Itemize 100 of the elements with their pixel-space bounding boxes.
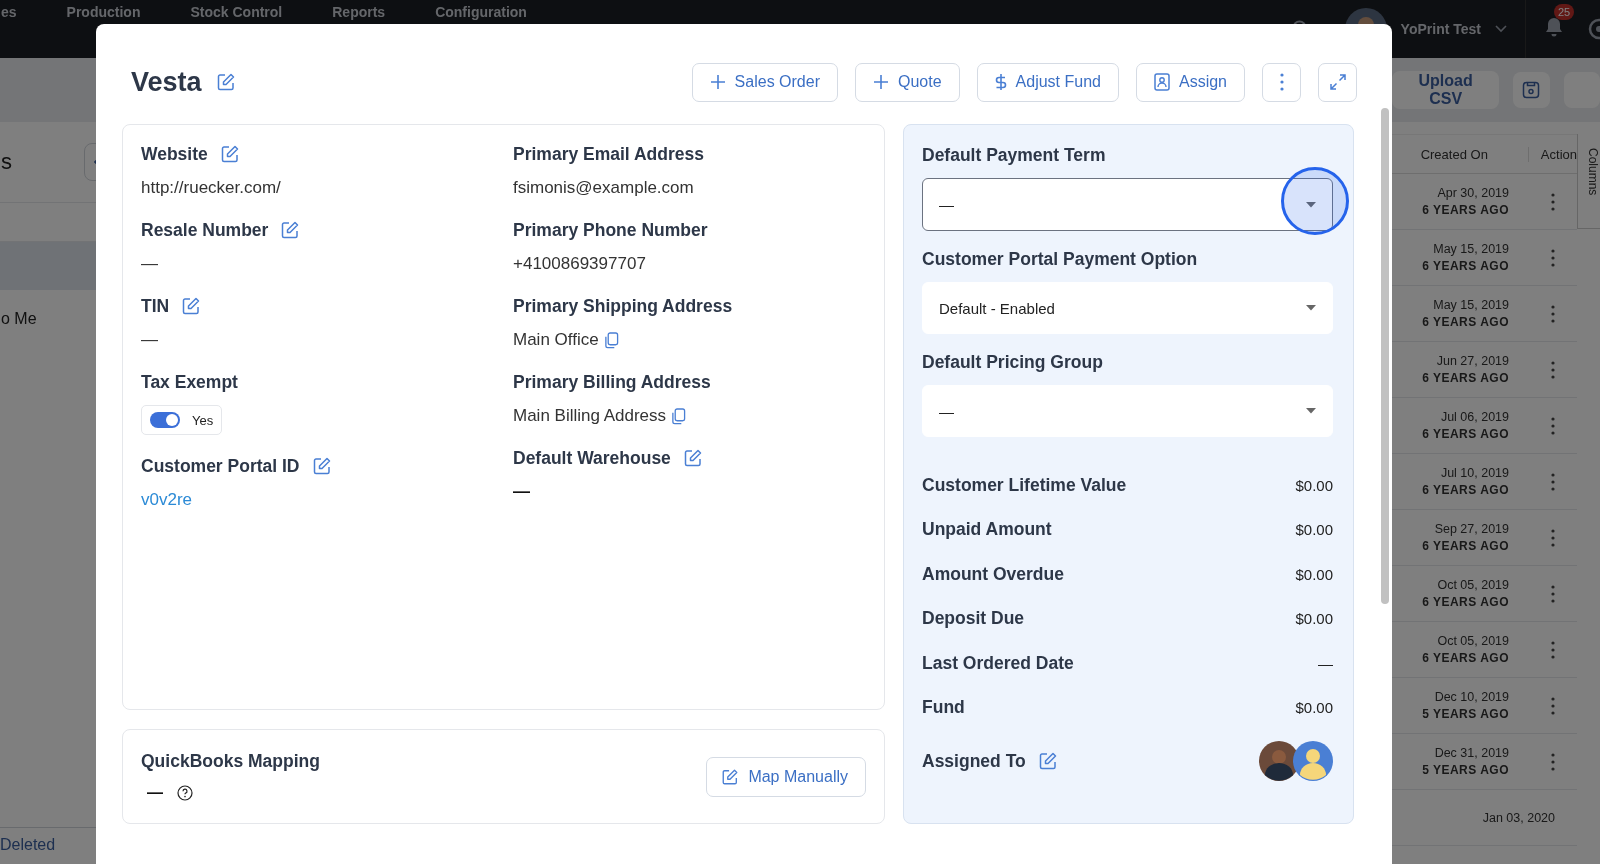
caret-icon xyxy=(1306,201,1316,208)
relative-time: 6 YEARS AGO xyxy=(1422,203,1509,217)
date-text: Jan 03, 2020 xyxy=(1482,810,1555,825)
header-action-button[interactable]: Quote xyxy=(855,62,960,102)
save-icon xyxy=(1522,81,1541,99)
nav-link[interactable]: Production xyxy=(66,4,141,21)
edit-icon[interactable] xyxy=(1037,751,1058,771)
column-header[interactable]: Created On xyxy=(1420,146,1488,162)
copy-icon[interactable] xyxy=(603,331,619,349)
relative-time: 6 YEARS AGO xyxy=(1422,427,1509,441)
select-field[interactable]: Default - Enabled xyxy=(922,282,1333,334)
edit-icon[interactable] xyxy=(280,220,301,240)
copy-icon[interactable] xyxy=(671,407,687,425)
avatar[interactable] xyxy=(1259,741,1299,781)
nav-link[interactable]: Configuration xyxy=(435,4,527,21)
nav-link[interactable]: Reports xyxy=(332,4,386,21)
date-text: May 15, 2019 xyxy=(1433,298,1509,312)
kebab-menu-icon[interactable] xyxy=(1551,304,1555,323)
kebab-menu-icon[interactable] xyxy=(1551,360,1555,379)
stat-label: Customer Lifetime Value xyxy=(922,474,1127,496)
kebab-menu-icon[interactable] xyxy=(1551,248,1555,267)
field-label: Resale Number xyxy=(141,219,269,241)
relative-time: 6 YEARS AGO xyxy=(1422,539,1509,553)
header-action-button[interactable]: Adjust Fund xyxy=(976,62,1119,102)
kebab-menu-icon[interactable] xyxy=(1551,584,1555,603)
edit-icon[interactable] xyxy=(311,456,332,476)
stat-label: Assigned To xyxy=(922,750,1026,772)
date-text: Jul 10, 2019 xyxy=(1440,466,1509,480)
header-action-button[interactable]: Assign xyxy=(1135,62,1245,102)
edit-icon[interactable] xyxy=(219,144,240,164)
relative-time: 6 YEARS AGO xyxy=(1422,371,1509,385)
field-value: — xyxy=(141,329,158,351)
section-title: QuickBooks Mapping xyxy=(141,751,320,772)
relative-time: 6 YEARS AGO xyxy=(1422,259,1509,273)
field-value: fsimonis@example.com xyxy=(513,177,694,199)
bell-icon[interactable] xyxy=(1544,16,1564,38)
save-button[interactable] xyxy=(1513,72,1550,108)
date-text: Sep 27, 2019 xyxy=(1434,522,1509,536)
header-action-button[interactable]: Sales Order xyxy=(691,62,838,102)
select-field[interactable]: — xyxy=(922,178,1333,231)
user-name[interactable]: YoPrint Test xyxy=(1400,21,1481,37)
nav-link[interactable]: Stock Control xyxy=(190,4,283,21)
edit-icon[interactable] xyxy=(682,448,703,468)
map-manually-button[interactable]: Map Manually xyxy=(706,756,866,797)
edit-icon xyxy=(721,767,740,786)
kebab-menu-icon[interactable] xyxy=(1551,472,1555,491)
kebab-menu-icon[interactable] xyxy=(1551,192,1555,211)
upload-csv-button[interactable]: Upload CSV xyxy=(1392,71,1500,109)
kebab-menu-icon[interactable] xyxy=(1551,696,1555,715)
address-name: Main Office xyxy=(513,329,599,351)
column-header[interactable]: Action xyxy=(1527,146,1577,162)
relative-time: 6 YEARS AGO xyxy=(1422,315,1509,329)
field-label: Customer Portal ID xyxy=(141,455,300,477)
relative-time: 6 YEARS AGO xyxy=(1422,483,1509,497)
stat-value: $0.00 xyxy=(1295,699,1333,717)
stat-value: $0.00 xyxy=(1295,476,1333,494)
date-text: May 15, 2019 xyxy=(1433,242,1509,256)
kebab-menu-icon[interactable] xyxy=(1551,640,1555,659)
field-label: Primary Shipping Address xyxy=(513,295,733,317)
kebab-menu-icon[interactable] xyxy=(1551,528,1555,547)
scrollbar[interactable] xyxy=(1381,108,1389,604)
plus-icon xyxy=(709,74,726,90)
stat-label: Amount Overdue xyxy=(922,563,1064,585)
stat-label: Deposit Due xyxy=(922,608,1025,630)
customer-name: Vesta xyxy=(131,66,202,98)
stat-value: $0.00 xyxy=(1295,610,1333,628)
stat-value: — xyxy=(1318,654,1333,672)
field-value: — xyxy=(141,253,158,275)
field-label: Primary Billing Address xyxy=(513,371,711,393)
date-text: Dec 10, 2019 xyxy=(1434,690,1509,704)
columns-side-tab[interactable]: Columns xyxy=(1577,134,1600,229)
field-label: Tax Exempt xyxy=(141,371,238,393)
kebab-menu-icon[interactable] xyxy=(1551,416,1555,435)
date-text: Jul 06, 2019 xyxy=(1440,410,1509,424)
expand-button[interactable] xyxy=(1318,62,1357,102)
edit-icon[interactable] xyxy=(215,72,236,92)
expand-icon xyxy=(1329,74,1346,90)
relative-time: 6 YEARS AGO xyxy=(1422,651,1509,665)
field-label: Customer Portal Payment Option xyxy=(922,249,1199,270)
portal-id-link[interactable]: v0v2re xyxy=(141,489,193,511)
notification-badge: 25 xyxy=(1554,4,1575,20)
stat-label: Fund xyxy=(922,697,965,719)
field-label: Default Pricing Group xyxy=(922,352,1104,373)
stat-label: Unpaid Amount xyxy=(922,519,1052,541)
kebab-menu-icon xyxy=(1279,73,1284,91)
help-icon[interactable] xyxy=(177,785,193,801)
field-label: Default Payment Term xyxy=(922,145,1107,166)
tax-exempt-toggle[interactable]: Yes xyxy=(141,405,223,435)
field-label: Website xyxy=(141,143,208,165)
date-text: Apr 30, 2019 xyxy=(1437,186,1509,200)
chevron-down-icon[interactable] xyxy=(1495,25,1507,33)
field-value: — xyxy=(513,481,530,503)
relative-time: 5 YEARS AGO xyxy=(1422,707,1509,721)
field-label: Primary Phone Number xyxy=(513,219,708,241)
kebab-menu-icon[interactable] xyxy=(1551,752,1555,771)
select-field[interactable]: — xyxy=(922,385,1333,437)
date-text: Oct 05, 2019 xyxy=(1437,578,1509,592)
relative-time: 5 YEARS AGO xyxy=(1422,763,1509,777)
nav-link[interactable]: es xyxy=(1,4,17,21)
edit-icon[interactable] xyxy=(181,296,202,316)
